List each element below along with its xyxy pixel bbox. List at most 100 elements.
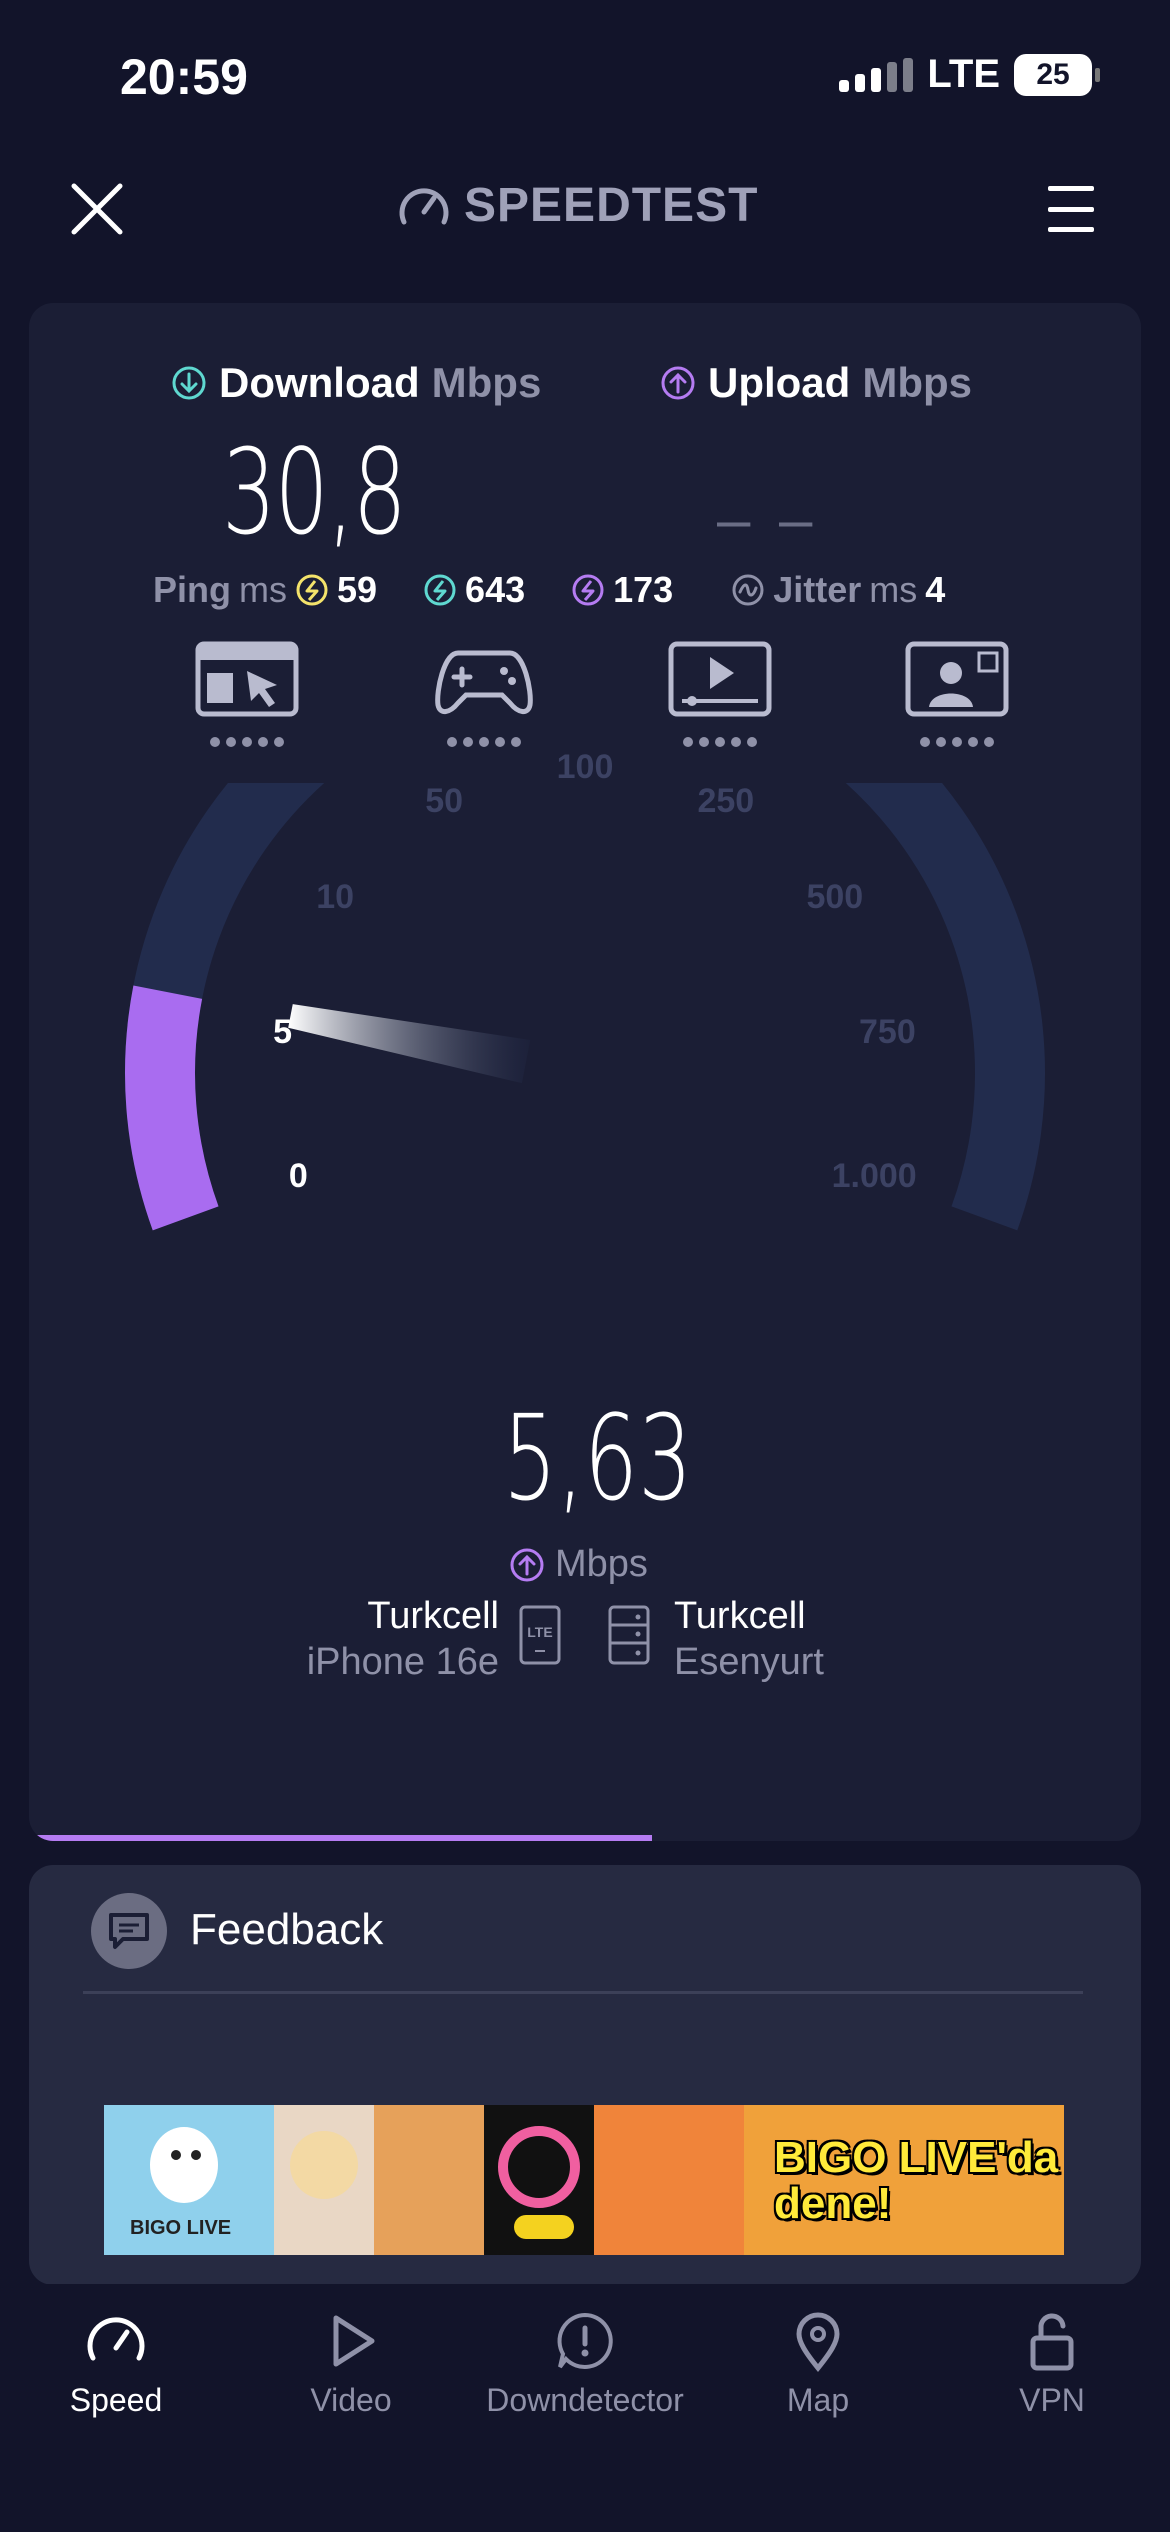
latency-row: Ping ms 59 643 173 Jitter ms 4 xyxy=(153,569,1053,611)
menu-icon-bar xyxy=(1048,186,1094,191)
divider xyxy=(83,1991,1083,1994)
tab-label: VPN xyxy=(1019,2382,1085,2418)
battery-icon: 25 xyxy=(1014,53,1100,96)
ping-idle-icon xyxy=(296,574,328,606)
tab-label: Speed xyxy=(69,2382,163,2418)
rating-dots xyxy=(210,737,284,747)
close-button[interactable] xyxy=(70,182,124,236)
ping-download[interactable]: 643 xyxy=(423,569,525,611)
current-speed-value: 5,63 xyxy=(503,1389,693,1527)
video-call-icon xyxy=(905,641,1009,717)
rating-dots xyxy=(919,737,994,747)
jitter-label: Jitter xyxy=(773,569,862,610)
rating-dots xyxy=(446,737,521,747)
provider-name: Turkcell xyxy=(367,1595,499,1637)
gauge-scale-label: 10 xyxy=(316,878,355,917)
tab-label: Downdetector xyxy=(486,2382,684,2418)
gauge-scale-label: 500 xyxy=(806,878,864,917)
ad-brand: BIGO LIVE xyxy=(130,2217,232,2239)
server-name: Turkcell xyxy=(674,1595,806,1637)
device-name: iPhone 16e xyxy=(306,1641,499,1683)
menu-icon-bar xyxy=(1048,206,1094,212)
experience-row xyxy=(192,641,1012,747)
ping-upload[interactable]: 173 xyxy=(571,569,673,611)
speedometer-icon xyxy=(87,2317,145,2361)
download-value: 30,8 xyxy=(222,423,407,561)
ping-unit: ms xyxy=(239,569,287,610)
brand-title: SPEEDTEST xyxy=(464,179,759,232)
unlock-icon xyxy=(1030,2313,1074,2371)
feedback-card: Feedback BIGO LIVE BIGO LIVE'da dene! xyxy=(29,1865,1141,2285)
ad-headline: BIGO LIVE'da dene! xyxy=(774,2135,1058,2227)
ping-label: Ping xyxy=(153,569,231,610)
lte-device-icon: LTE xyxy=(519,1605,561,1665)
tab-downdetector[interactable]: Downdetector xyxy=(485,2310,685,2419)
upload-unit: Mbps xyxy=(862,359,972,406)
gauge-scale-label: 750 xyxy=(859,1013,916,1052)
tab-map[interactable]: Map xyxy=(718,2310,918,2419)
download-header: Download Mbps xyxy=(171,359,541,407)
ping-download-icon xyxy=(424,574,456,606)
gauge-fill xyxy=(125,985,219,1231)
chat-bubble-icon xyxy=(109,1913,149,1949)
results-card: Download Mbps 30,8 Upload Mbps – – Ping … xyxy=(29,303,1141,1841)
status-indicators: LTE 25 xyxy=(839,52,1100,97)
map-pin-icon xyxy=(796,2312,840,2372)
video-streaming-rating[interactable] xyxy=(665,641,775,747)
gamepad-icon xyxy=(434,650,533,714)
download-unit: Mbps xyxy=(431,359,542,406)
gauge-scale-label: 250 xyxy=(697,782,755,821)
jitter-icon xyxy=(732,574,764,606)
web-browsing-icon xyxy=(195,641,299,717)
ping-idle[interactable]: Ping ms 59 xyxy=(153,569,377,611)
server-info[interactable]: Turkcell Esenyurt xyxy=(674,1593,824,1685)
gauge-scale-label: 5 xyxy=(273,1013,293,1052)
gauge-scale-label: 50 xyxy=(425,782,464,821)
network-type: LTE xyxy=(927,52,1000,96)
tab-video[interactable]: Video xyxy=(251,2310,451,2419)
feedback-label[interactable]: Feedback xyxy=(190,1905,383,1955)
download-icon xyxy=(172,366,206,400)
jitter[interactable]: Jitter ms 4 xyxy=(731,569,945,611)
app-header: SPEEDTEST xyxy=(0,170,1170,244)
play-icon xyxy=(333,2315,375,2367)
ping-download-value: 643 xyxy=(465,569,526,610)
jitter-value: 4 xyxy=(925,569,946,610)
upload-header: Upload Mbps xyxy=(660,359,972,407)
test-progress-bar xyxy=(29,1835,652,1841)
tab-vpn[interactable]: VPN xyxy=(952,2310,1152,2419)
ping-upload-icon xyxy=(572,574,604,606)
device-info: Turkcell iPhone 16e xyxy=(299,1593,499,1685)
video-player-icon xyxy=(668,641,772,717)
current-speed-unit-label: Mbps xyxy=(555,1543,648,1585)
gauge-scale-label: 0 xyxy=(288,1157,308,1196)
tab-speed[interactable]: Speed xyxy=(16,2310,216,2419)
tab-label: Video xyxy=(310,2382,392,2418)
jitter-unit: ms xyxy=(869,569,918,610)
feedback-button-icon[interactable] xyxy=(91,1893,167,1969)
upload-label: Upload xyxy=(708,359,851,406)
ping-upload-value: 173 xyxy=(613,569,674,610)
video-call-rating[interactable] xyxy=(902,641,1012,747)
upload-icon xyxy=(510,1548,544,1581)
menu-icon-bar xyxy=(1048,227,1094,232)
current-speed-unit: Mbps xyxy=(509,1543,648,1586)
download-label: Download xyxy=(219,359,420,406)
speedometer-logo-icon xyxy=(399,187,449,224)
tab-label: Map xyxy=(786,2382,850,2418)
menu-button[interactable] xyxy=(1048,186,1094,232)
upload-icon xyxy=(661,366,695,400)
gauge-scale-label: 1.000 xyxy=(831,1157,917,1196)
alert-icon xyxy=(557,2312,613,2369)
lte-badge: LTE xyxy=(527,1624,552,1640)
ad-headline-line-2: dene! xyxy=(774,2179,892,2228)
ad-banner[interactable]: BIGO LIVE BIGO LIVE'da dene! xyxy=(104,2105,1064,2255)
ping-idle-value: 59 xyxy=(337,569,378,610)
gauge-scale-label: 100 xyxy=(556,748,614,786)
web-browsing-rating[interactable] xyxy=(192,641,302,747)
gauge-needle xyxy=(288,1004,531,1084)
gaming-rating[interactable] xyxy=(429,641,539,747)
ad-headline-line-1: BIGO LIVE'da xyxy=(774,2133,1059,2182)
battery-level: 25 xyxy=(1036,57,1070,91)
server-icon xyxy=(608,1605,650,1665)
